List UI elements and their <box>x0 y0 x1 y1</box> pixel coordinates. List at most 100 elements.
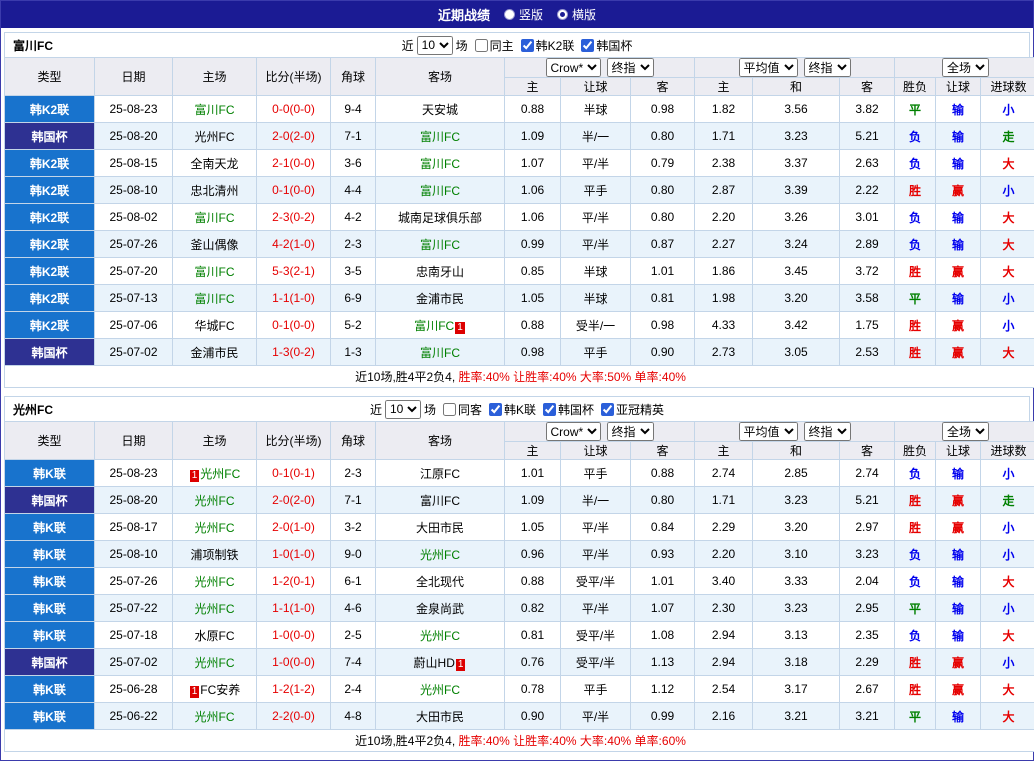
match-row: 韩K联25-07-22光州FC1-1(1-0)4-6金泉尚武0.82平/半1.0… <box>5 595 1034 622</box>
league-filter-checkbox[interactable]: 亚冠精英 <box>597 401 664 418</box>
col-home: 主场 <box>173 58 257 96</box>
scope-select[interactable]: 全场 <box>942 422 989 441</box>
radio-horizontal[interactable]: 横版 <box>557 6 596 23</box>
league-filter-input[interactable] <box>601 403 614 416</box>
team-link[interactable]: 光州FC <box>195 602 235 616</box>
team-link[interactable]: 江原FC <box>420 467 460 481</box>
league-filter-checkbox[interactable]: 韩国杯 <box>577 37 632 54</box>
same-venue-checkbox[interactable]: 同主 <box>471 37 514 54</box>
team-link[interactable]: 全北现代 <box>416 575 464 589</box>
same-venue-input[interactable] <box>475 39 488 52</box>
team-link[interactable]: 光州FC <box>195 494 235 508</box>
cell-result-2: 大 <box>981 258 1034 285</box>
avg-time-select[interactable]: 终指 <box>804 58 851 77</box>
cell-league: 韩K联 <box>5 460 95 487</box>
team-link[interactable]: 釜山偶像 <box>190 238 238 252</box>
league-filter-input[interactable] <box>543 403 556 416</box>
avg-source-select[interactable]: 平均值 <box>739 58 798 77</box>
team-link[interactable]: 富川FC <box>420 130 460 144</box>
team-link[interactable]: FC安养 <box>200 683 240 697</box>
team-link[interactable]: 金浦市民 <box>190 346 238 360</box>
match-row: 韩K2联25-08-23富川FC0-0(0-0)9-4天安城0.88半球0.98… <box>5 96 1034 123</box>
team-link[interactable]: 富川FC <box>420 157 460 171</box>
team-link[interactable]: 富川FC <box>195 103 235 117</box>
team-link[interactable]: 富川FC <box>420 184 460 198</box>
cell-odds-0: 1.06 <box>505 204 561 231</box>
team-link[interactable]: 蔚山HD <box>414 656 455 670</box>
team-link[interactable]: 富川FC <box>195 265 235 279</box>
cell-avg-1: 3.13 <box>753 622 840 649</box>
league-filter-input[interactable] <box>581 39 594 52</box>
league-filter-input[interactable] <box>521 39 534 52</box>
team-link[interactable]: 光州FC <box>195 521 235 535</box>
team-link[interactable]: 光州FC <box>420 548 460 562</box>
odds-time-select[interactable]: 终指 <box>607 58 654 77</box>
team-link[interactable]: 金浦市民 <box>416 292 464 306</box>
team-link[interactable]: 水原FC <box>195 629 235 643</box>
cell-result-2: 大 <box>981 676 1034 703</box>
team-link[interactable]: 忠南牙山 <box>416 265 464 279</box>
team-link[interactable]: 光州FC <box>420 629 460 643</box>
cell-odds-2: 0.80 <box>631 123 695 150</box>
team-link[interactable]: 大田市民 <box>416 521 464 535</box>
cell-odds-2: 0.99 <box>631 703 695 730</box>
team-link[interactable]: 光州FC <box>195 130 235 144</box>
subcol-header: 进球数 <box>981 442 1034 460</box>
same-venue-checkbox[interactable]: 同客 <box>439 401 482 418</box>
team-link[interactable]: 富川FC <box>195 292 235 306</box>
same-venue-input[interactable] <box>443 403 456 416</box>
match-row: 韩K联25-06-22光州FC2-2(0-0)4-8大田市民0.90平/半0.9… <box>5 703 1034 730</box>
match-count-select[interactable]: 10 <box>417 36 453 55</box>
avg-time-select[interactable]: 终指 <box>804 422 851 441</box>
team-link[interactable]: 光州FC <box>200 467 240 481</box>
league-filter-checkbox[interactable]: 韩K2联 <box>517 37 575 54</box>
team-link[interactable]: 华城FC <box>195 319 235 333</box>
col-date: 日期 <box>95 58 173 96</box>
match-row: 韩K2联25-07-26釜山偶像4-2(1-0)2-3富川FC0.99平/半0.… <box>5 231 1034 258</box>
cell-odds-2: 0.84 <box>631 514 695 541</box>
league-filter-checkbox[interactable]: 韩K联 <box>485 401 536 418</box>
cell-odds-1: 平/半 <box>561 514 631 541</box>
cell-corners: 4-8 <box>331 703 376 730</box>
team-link[interactable]: 天安城 <box>422 103 458 117</box>
cell-avg-1: 3.33 <box>753 568 840 595</box>
team-link[interactable]: 富川FC <box>420 494 460 508</box>
team-link[interactable]: 富川FC <box>420 346 460 360</box>
team-link[interactable]: 光州FC <box>195 656 235 670</box>
cell-score: 2-0(1-0) <box>257 514 331 541</box>
cell-league: 韩国杯 <box>5 487 95 514</box>
league-filter-checkbox[interactable]: 韩国杯 <box>539 401 594 418</box>
team-link[interactable]: 光州FC <box>195 710 235 724</box>
match-count-select[interactable]: 10 <box>385 400 421 419</box>
team-link[interactable]: 光州FC <box>195 575 235 589</box>
team-link[interactable]: 全南天龙 <box>190 157 238 171</box>
cell-odds-1: 平/半 <box>561 231 631 258</box>
team-link[interactable]: 城南足球俱乐部 <box>398 211 482 225</box>
team-link[interactable]: 忠北清州 <box>190 184 238 198</box>
team-link[interactable]: 富川FC <box>420 238 460 252</box>
cell-home-team: 光州FC <box>173 568 257 595</box>
scope-select[interactable]: 全场 <box>942 58 989 77</box>
cell-date: 25-08-23 <box>95 460 173 487</box>
team-link[interactable]: 富川FC <box>195 211 235 225</box>
cell-date: 25-07-02 <box>95 649 173 676</box>
radio-vertical[interactable]: 竖版 <box>504 6 543 23</box>
cell-odds-1: 平/半 <box>561 204 631 231</box>
team-link[interactable]: 富川FC <box>414 319 454 333</box>
odds-time-select[interactable]: 终指 <box>607 422 654 441</box>
team-link[interactable]: 光州FC <box>420 683 460 697</box>
cell-avg-2: 1.75 <box>840 312 895 339</box>
team-link[interactable]: 浦项制铁 <box>190 548 238 562</box>
avg-source-select[interactable]: 平均值 <box>739 422 798 441</box>
cell-league: 韩K2联 <box>5 177 95 204</box>
near-label: 近 <box>370 401 382 418</box>
col-home: 主场 <box>173 422 257 460</box>
team-link[interactable]: 金泉尚武 <box>416 602 464 616</box>
red-card-badge: 1 <box>190 470 200 482</box>
odds-company-select[interactable]: Crow* <box>546 422 601 441</box>
league-filter-input[interactable] <box>489 403 502 416</box>
cell-home-team: 釜山偶像 <box>173 231 257 258</box>
team-link[interactable]: 大田市民 <box>416 710 464 724</box>
odds-company-select[interactable]: Crow* <box>546 58 601 77</box>
cell-score: 1-2(1-2) <box>257 676 331 703</box>
